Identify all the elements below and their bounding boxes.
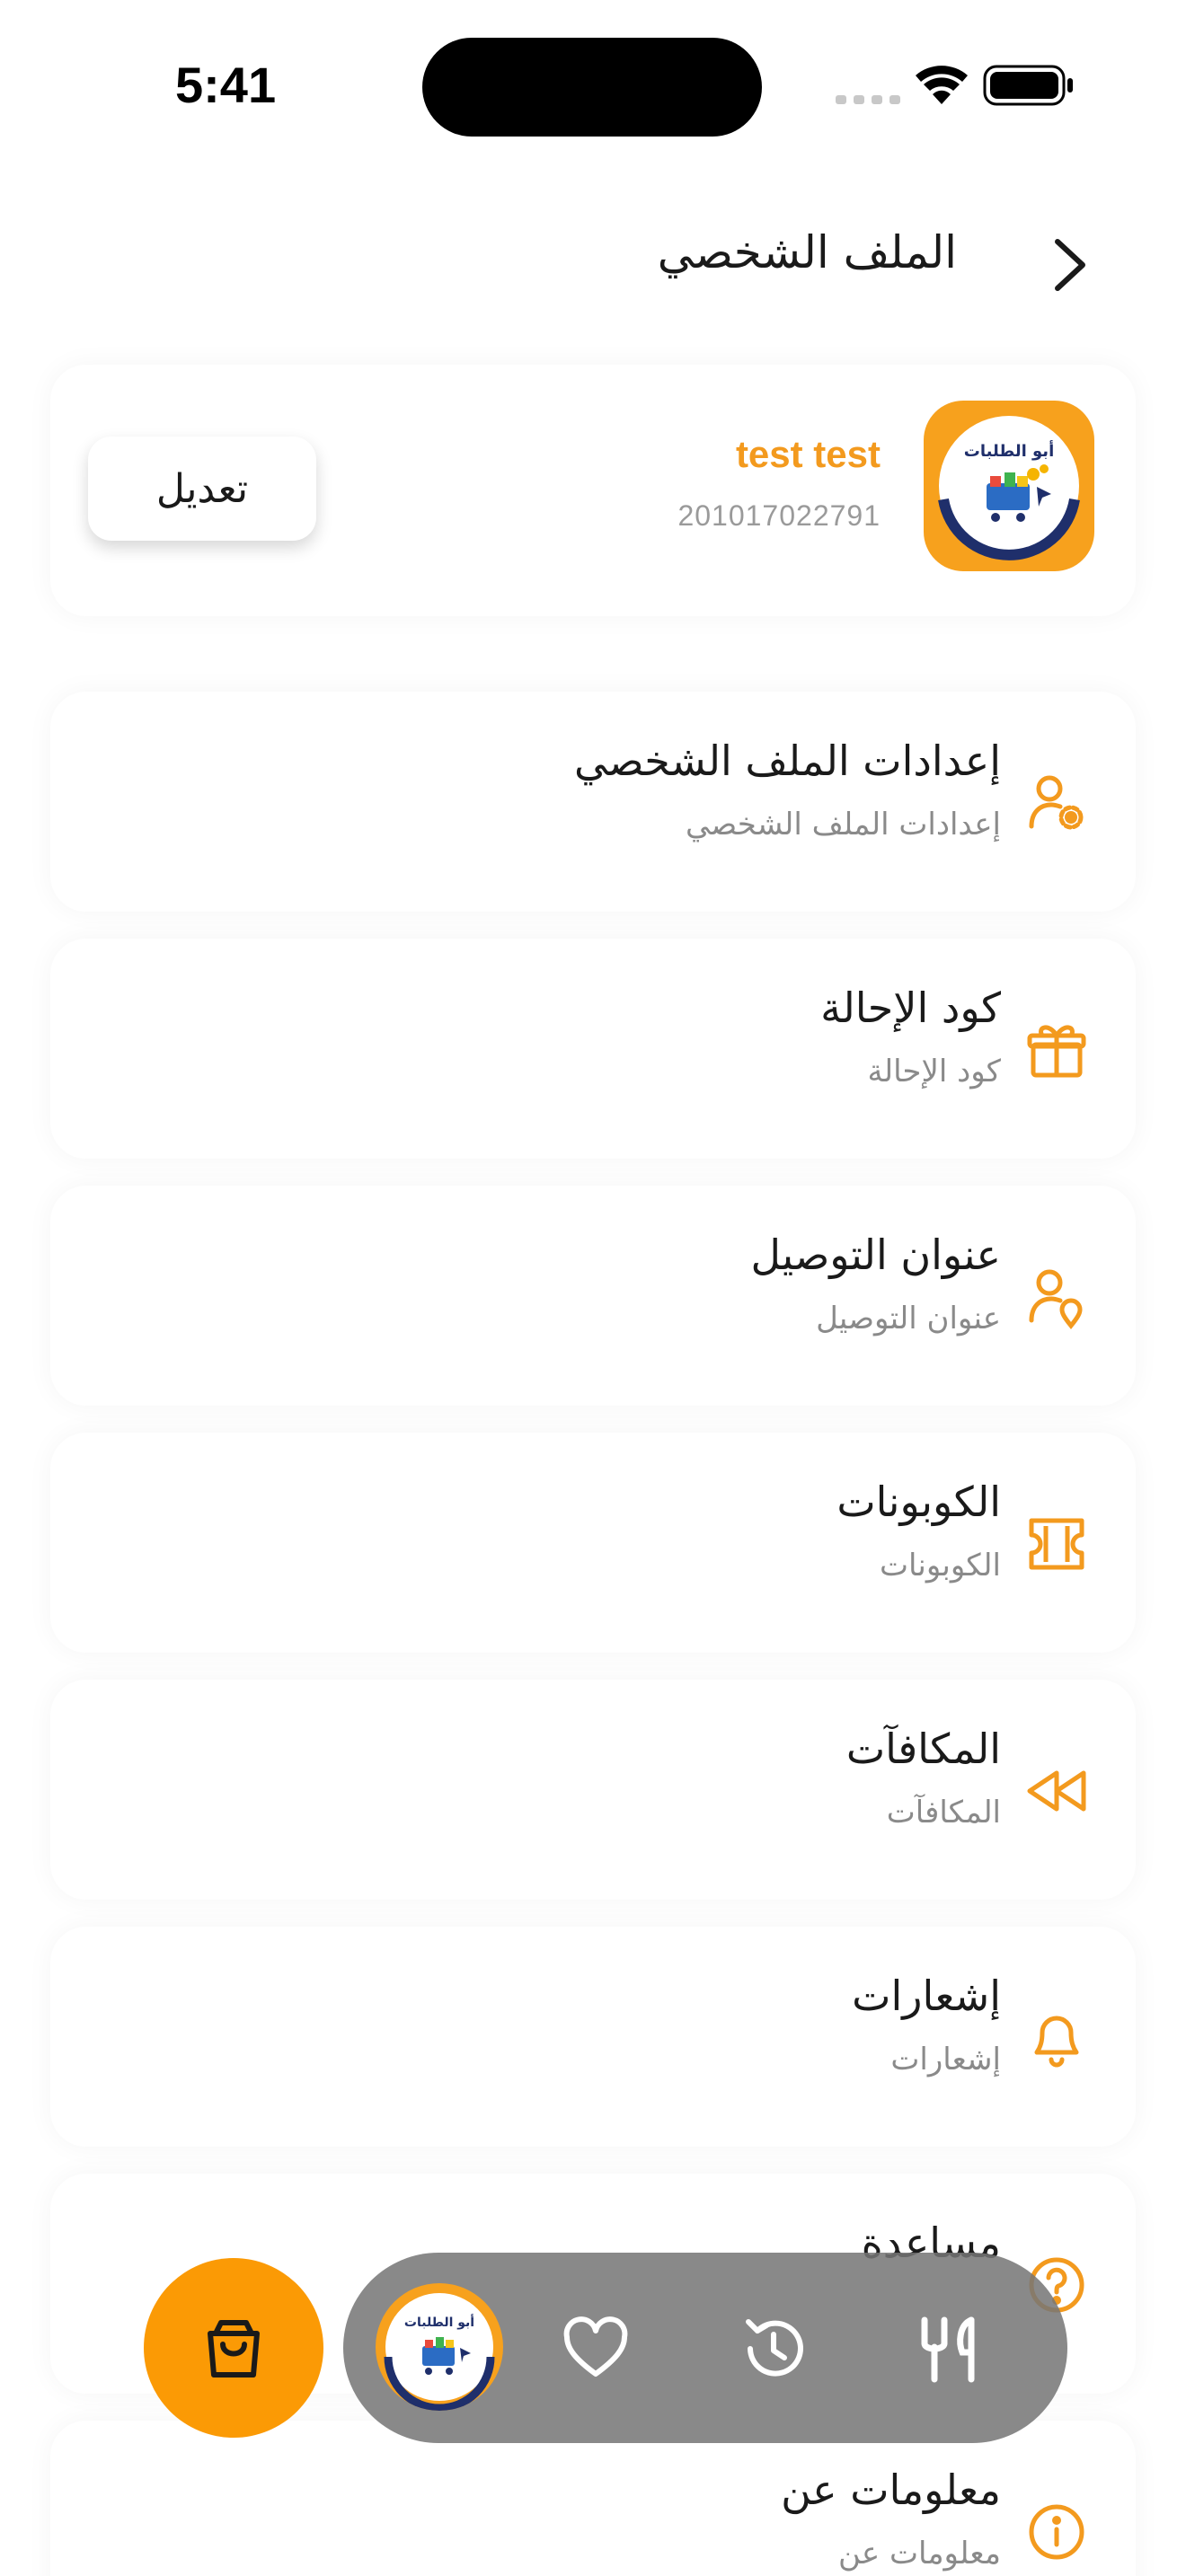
profile-phone: 201017022791 (677, 499, 881, 532)
history-icon (746, 2319, 803, 2377)
cart-button[interactable] (144, 2258, 323, 2438)
menu-item-rewards[interactable]: المكافآت المكافآت (50, 1680, 1136, 1900)
menu-item-title: الكوبونات (836, 1478, 1001, 1526)
menu-item-profile-settings[interactable]: إعدادات الملف الشخصي إعدادات الملف الشخص… (50, 692, 1136, 912)
coupon-icon (1024, 1512, 1089, 1576)
bell-icon (1024, 2006, 1089, 2070)
nav-logo-text: أبو الطلبات (404, 2314, 474, 2330)
menu-item-title: المكافآت (845, 1725, 1001, 1773)
rewind-icon (1024, 1759, 1089, 1823)
edit-profile-button[interactable]: تعديل (88, 437, 316, 541)
status-time: 5:41 (175, 57, 277, 113)
user-location-icon (1024, 1265, 1089, 1330)
back-button[interactable] (1038, 229, 1101, 301)
menu-item-delivery-address[interactable]: عنوان التوصيل عنوان التوصيل (50, 1186, 1136, 1406)
avatar: أبو الطلبات (924, 401, 1094, 571)
menu-item-title: كود الإحالة (820, 984, 1001, 1032)
heart-icon (563, 2316, 628, 2377)
status-icons (836, 63, 1080, 108)
menu-item-subtitle: إعدادات الملف الشخصي (685, 807, 1001, 842)
menu-item-title: إعدادات الملف الشخصي (574, 737, 1001, 785)
menu-item-coupons[interactable]: الكوبونات الكوبونات (50, 1433, 1136, 1653)
nav-home-logo[interactable]: أبو الطلبات (376, 2283, 503, 2411)
user-settings-icon (1024, 771, 1089, 835)
menu-item-subtitle: كود الإحالة (867, 1054, 1001, 1090)
app-logo-icon: أبو الطلبات (938, 416, 1080, 560)
menu-item-subtitle: المكافآت (886, 1795, 1001, 1831)
avatar-logo-text: أبو الطلبات (964, 440, 1055, 461)
menu-item-referral-code[interactable]: كود الإحالة كود الإحالة (50, 939, 1136, 1159)
menu-item-title: إشعارات (852, 1972, 1001, 2020)
wifi-icon (916, 66, 968, 104)
profile-name: test test (735, 433, 881, 475)
menu-item-title: عنوان التوصيل (750, 1231, 1002, 1279)
info-icon (1024, 2500, 1089, 2564)
shopping-bag-icon (208, 2320, 260, 2378)
page-title: الملف الشخصي (657, 226, 957, 278)
nav-favorites[interactable] (546, 2299, 645, 2398)
menu-item-subtitle: معلومات عن (838, 2536, 1001, 2572)
menu-item-about[interactable]: معلومات عن معلومات عن (50, 2421, 1136, 2576)
menu-item-subtitle: إشعارات (890, 2042, 1001, 2078)
restaurant-icon (921, 2316, 975, 2383)
nav-restaurants[interactable] (898, 2299, 997, 2398)
nav-history[interactable] (724, 2299, 823, 2398)
home-logo-icon: أبو الطلبات (384, 2293, 495, 2411)
gift-icon (1024, 1018, 1089, 1082)
profile-screen: 5:41 الملف الشخصي أبو الطلبات test test … (0, 0, 1186, 2576)
chevron-right-icon (1055, 239, 1085, 291)
dynamic-island (422, 38, 762, 137)
menu-item-notifications[interactable]: إشعارات إشعارات (50, 1927, 1136, 2147)
menu-item-subtitle: الكوبونات (879, 1548, 1001, 1584)
menu-item-title: معلومات عن (781, 2466, 1001, 2514)
battery-icon (983, 65, 1073, 106)
cellular-signal-icon (836, 95, 900, 104)
menu-item-subtitle: عنوان التوصيل (816, 1301, 1001, 1337)
